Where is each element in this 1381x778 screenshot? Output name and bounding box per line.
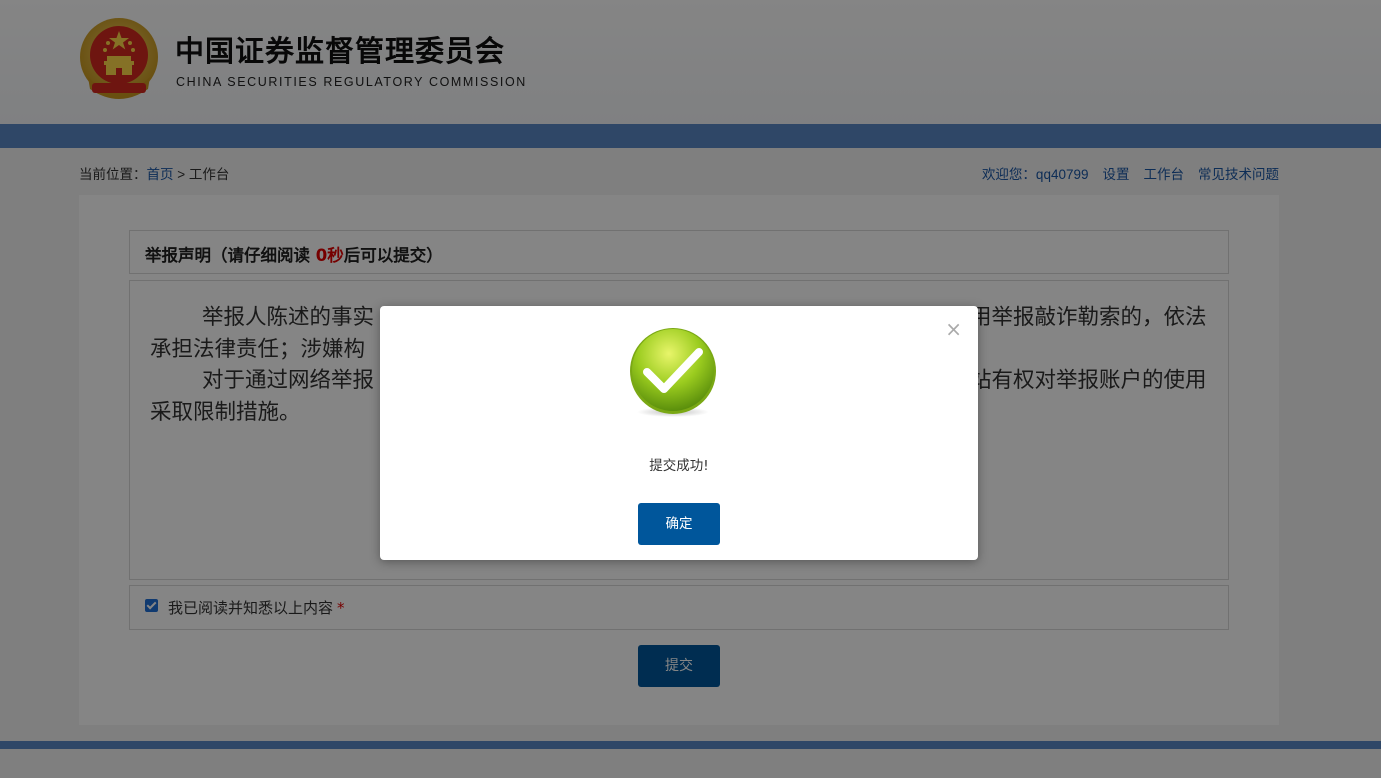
success-check-icon xyxy=(630,328,716,417)
close-icon[interactable]: × xyxy=(945,319,962,339)
confirm-button[interactable]: 确定 xyxy=(638,503,720,545)
dialog-message: 提交成功! xyxy=(649,458,709,474)
success-dialog: × 提交成功! 确定 xyxy=(380,306,978,560)
